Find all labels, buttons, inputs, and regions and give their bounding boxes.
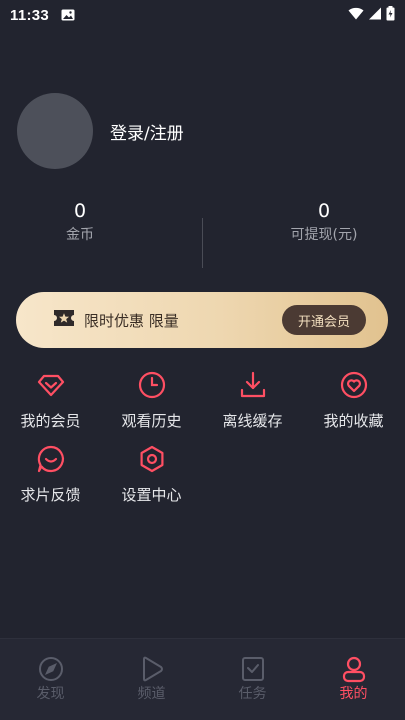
wifi-icon [348,7,364,24]
compass-icon [37,655,65,683]
clock-icon [137,370,167,400]
menu-item-my-favorites[interactable]: 我的收藏 [303,370,404,440]
task-icon [239,655,267,683]
account-stats: 0 金币 0 可提现(元) [0,198,405,270]
avatar[interactable] [17,93,93,169]
diamond-icon [36,370,66,400]
coins-stat[interactable]: 0 金币 [0,198,160,246]
menu-item-label: 我的收藏 [323,412,384,430]
login-register-link[interactable]: 登录/注册 [110,119,184,144]
signal-icon [368,7,382,24]
download-icon [238,370,268,400]
status-bar: 11:33 [0,0,405,30]
withdrawable-label: 可提现(元) [290,227,358,243]
tab-label: 任务 [238,686,267,702]
withdrawable-stat[interactable]: 0 可提现(元) [244,198,404,246]
menu-item-label: 求片反馈 [20,486,81,504]
feedback-icon [36,444,66,474]
menu-item-label: 我的会员 [20,412,81,430]
tab-discover[interactable]: 发现 [0,655,101,703]
heart-icon [339,370,369,400]
menu-item-my-membership[interactable]: 我的会员 [0,370,101,440]
user-icon [340,655,368,683]
menu-item-watch-history[interactable]: 观看历史 [101,370,202,440]
menu-item-offline-cache[interactable]: 离线缓存 [202,370,303,440]
vip-promo-text: 限时优惠 限量 [84,311,179,330]
bottom-tab-bar: 发现 频道 任务 我的 [0,638,405,720]
play-icon [138,655,166,683]
vip-promo-banner[interactable]: 限时优惠 限量 开通会员 [16,292,388,348]
stats-divider [202,218,203,268]
battery-icon [386,5,395,25]
tab-mine[interactable]: 我的 [303,655,404,703]
tab-label: 我的 [339,686,368,702]
photo-icon [61,9,75,21]
menu-item-label: 观看历史 [121,412,182,430]
tab-label: 频道 [137,686,166,702]
tab-tasks[interactable]: 任务 [202,655,303,703]
menu-item-request-feedback[interactable]: 求片反馈 [0,444,101,514]
settings-icon [137,444,167,474]
coins-value: 0 [73,200,87,222]
coins-label: 金币 [66,227,94,243]
ticket-star-icon [52,308,76,332]
tab-channels[interactable]: 频道 [101,655,202,703]
menu-item-label: 离线缓存 [222,412,283,430]
withdrawable-value: 0 [317,200,331,222]
menu-item-label: 设置中心 [121,486,182,504]
status-time: 11:33 [10,6,50,24]
menu-item-settings[interactable]: 设置中心 [101,444,202,514]
tab-label: 发现 [36,686,65,702]
profile-header[interactable]: 登录/注册 [17,93,184,169]
open-membership-button[interactable]: 开通会员 [281,305,366,335]
